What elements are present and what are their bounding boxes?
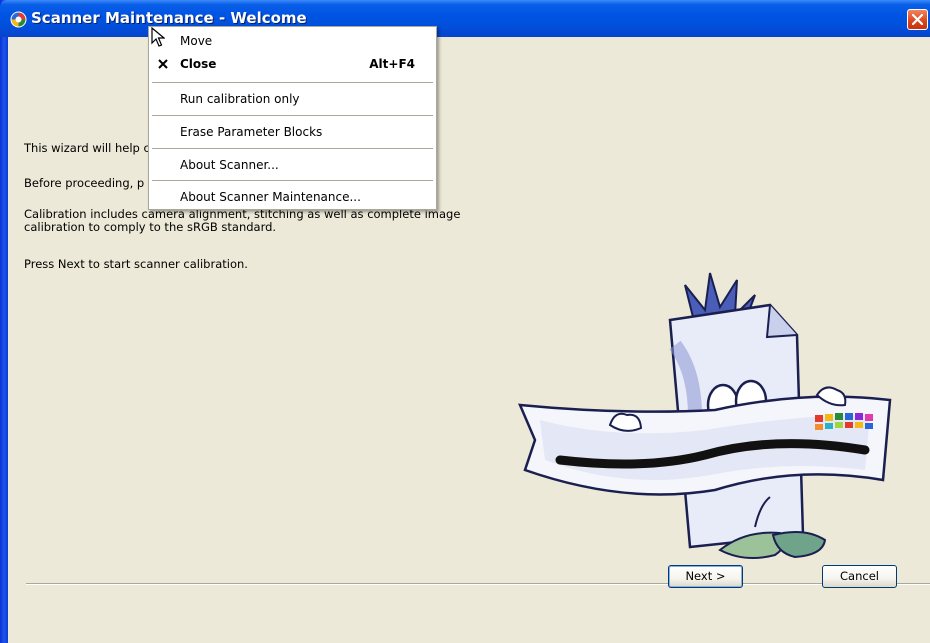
menu-separator: [152, 82, 433, 83]
close-x-icon: [158, 59, 168, 69]
menu-item-label: About Scanner Maintenance...: [180, 190, 361, 204]
menu-item-label: Erase Parameter Blocks: [180, 125, 323, 139]
menu-item-about-scanner-maintenance[interactable]: About Scanner Maintenance...: [150, 187, 435, 207]
close-icon: [912, 14, 923, 25]
menu-separator: [152, 115, 433, 116]
instruction-paragraph: Press Next to start scanner calibration.: [24, 257, 248, 271]
mouse-cursor-icon: [151, 27, 165, 47]
scanner-app-icon[interactable]: [10, 11, 27, 28]
menu-item-shortcut: Alt+F4: [369, 57, 415, 71]
calibration-description-paragraph: Calibration includes camera alignment, s…: [24, 207, 461, 234]
cancel-button[interactable]: Cancel: [822, 565, 897, 588]
wizard-content: This wizard will help c Before proceedin…: [8, 37, 930, 643]
menu-item-run-calibration[interactable]: Run calibration only: [150, 89, 435, 109]
menu-item-move[interactable]: Move: [150, 31, 435, 51]
menu-item-label: Move: [180, 34, 213, 48]
scanner-mascot-illustration: [518, 272, 892, 560]
menu-separator: [152, 180, 433, 181]
wizard-window: Scanner Maintenance - Welcome This wizar…: [0, 0, 930, 643]
menu-item-label: Close: [180, 57, 217, 71]
menu-separator: [152, 148, 433, 149]
window-title: Scanner Maintenance - Welcome: [31, 9, 307, 27]
menu-item-label: Run calibration only: [180, 92, 300, 106]
menu-item-erase-parameter-blocks[interactable]: Erase Parameter Blocks: [150, 122, 435, 142]
window-left-border: [0, 0, 8, 643]
menu-item-close[interactable]: Close Alt+F4: [150, 54, 435, 74]
menu-item-label: About Scanner...: [180, 158, 279, 172]
title-bar[interactable]: Scanner Maintenance - Welcome: [0, 0, 930, 37]
footer-separator: [26, 583, 930, 585]
menu-item-about-scanner[interactable]: About Scanner...: [150, 155, 435, 175]
next-button[interactable]: Next >: [668, 565, 743, 588]
system-menu: Move Close Alt+F4 Run calibration only E…: [148, 26, 437, 210]
close-window-button[interactable]: [907, 9, 928, 30]
